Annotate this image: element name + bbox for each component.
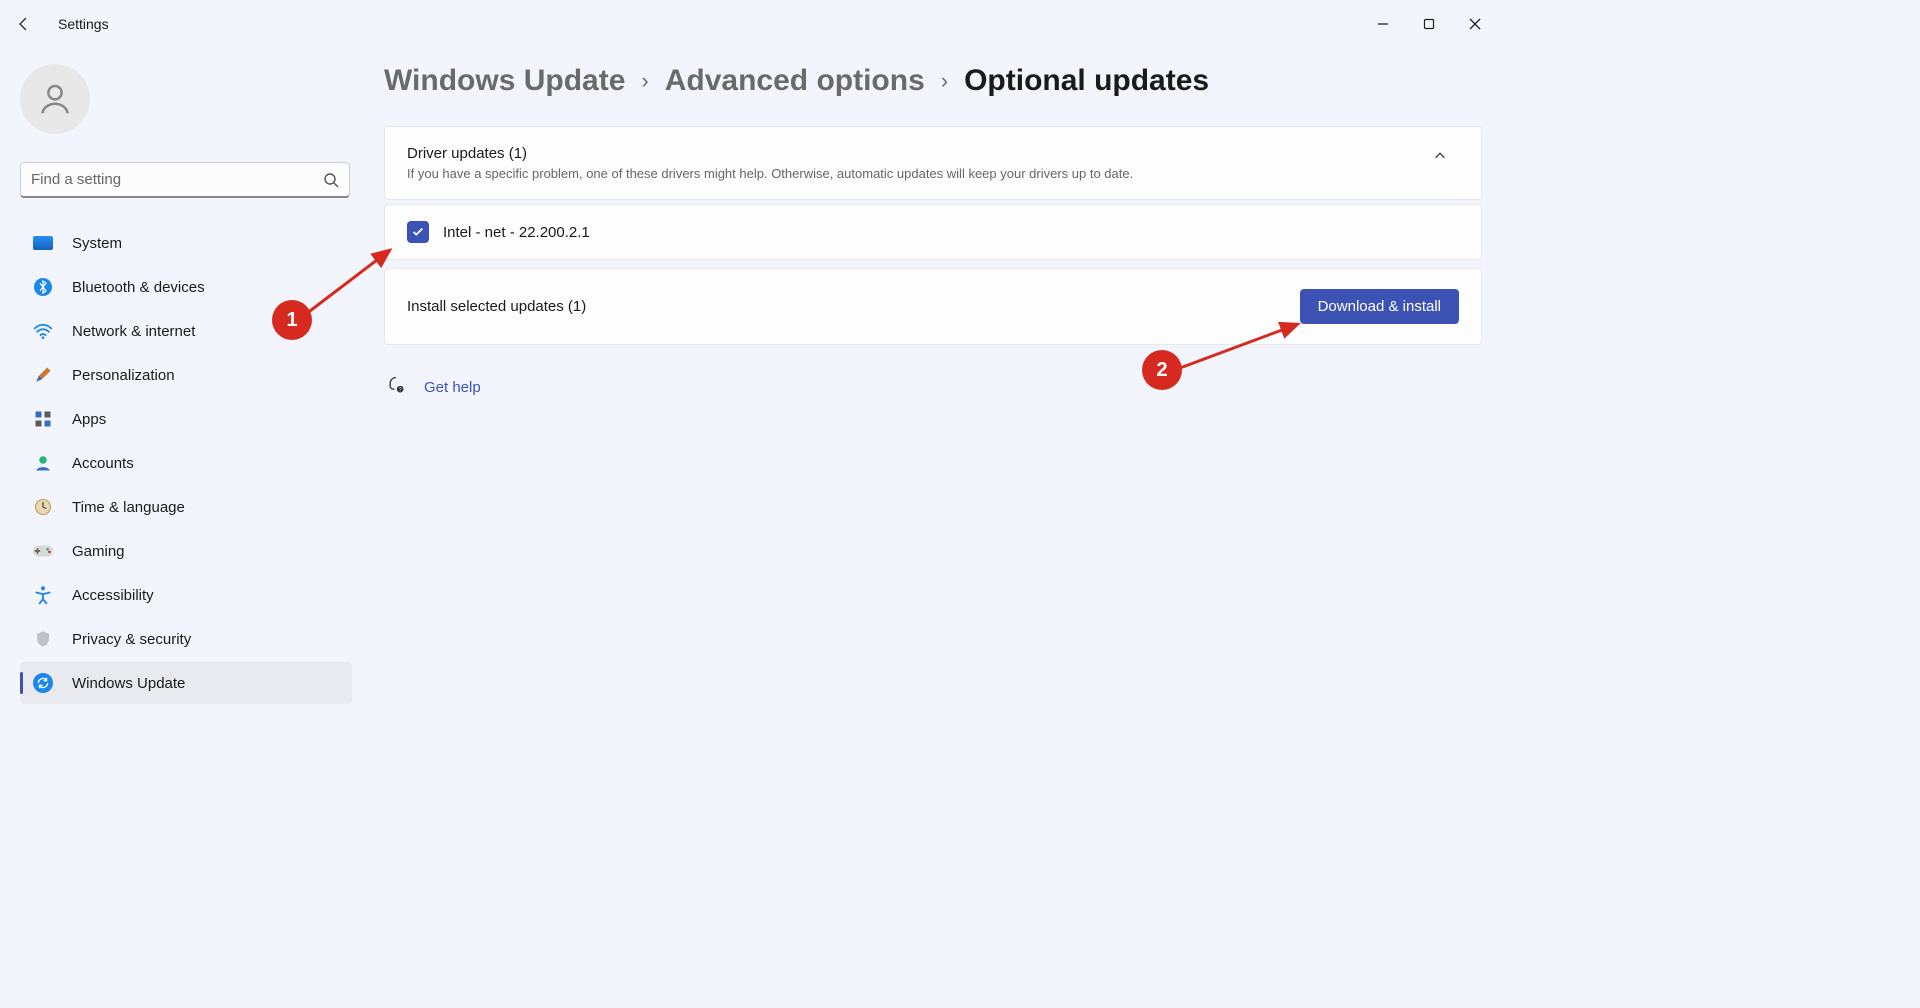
svg-text:?: ? — [399, 388, 402, 394]
help-icon: ? — [386, 375, 406, 400]
driver-update-row[interactable]: Intel - net - 22.200.2.1 — [384, 204, 1482, 260]
chevron-up-icon — [1433, 149, 1447, 163]
app-title: Settings — [58, 16, 109, 32]
nav-label: System — [72, 235, 122, 252]
breadcrumb-advanced-options[interactable]: Advanced options — [665, 64, 925, 98]
annotation-arrow-1 — [302, 244, 402, 318]
maximize-icon — [1423, 18, 1435, 30]
gamepad-icon — [32, 540, 54, 562]
annotation-marker-2: 2 — [1142, 350, 1182, 390]
search-input-container[interactable] — [20, 162, 350, 198]
nav-apps[interactable]: Apps — [20, 398, 352, 440]
nav-personalization[interactable]: Personalization — [20, 354, 352, 396]
bluetooth-icon — [32, 276, 54, 298]
nav-time-language[interactable]: Time & language — [20, 486, 352, 528]
nav-label: Network & internet — [72, 323, 195, 340]
install-selected-row: Install selected updates (1) Download & … — [384, 268, 1482, 345]
driver-name: Intel - net - 22.200.2.1 — [443, 224, 590, 241]
nav-label: Gaming — [72, 543, 125, 560]
close-icon — [1469, 18, 1481, 30]
minimize-button[interactable] — [1360, 8, 1406, 40]
nav-label: Privacy & security — [72, 631, 191, 648]
nav-accessibility[interactable]: Accessibility — [20, 574, 352, 616]
clock-globe-icon — [32, 496, 54, 518]
titlebar: Settings — [0, 0, 1506, 48]
breadcrumb: Windows Update › Advanced options › Opti… — [384, 64, 1482, 98]
accessibility-icon — [32, 584, 54, 606]
nav-label: Windows Update — [72, 675, 185, 692]
download-install-button[interactable]: Download & install — [1300, 289, 1459, 324]
person-icon — [36, 80, 74, 118]
paintbrush-icon — [32, 364, 54, 386]
shield-icon — [32, 628, 54, 650]
driver-updates-title: Driver updates (1) — [407, 145, 1421, 162]
arrow-left-icon — [16, 16, 32, 32]
install-selected-label: Install selected updates (1) — [407, 298, 1300, 315]
wifi-icon — [32, 320, 54, 342]
breadcrumb-current: Optional updates — [964, 64, 1209, 98]
annotation-marker-1: 1 — [272, 300, 312, 340]
update-icon — [32, 672, 54, 694]
apps-icon — [32, 408, 54, 430]
collapse-button[interactable] — [1421, 145, 1459, 172]
chevron-right-icon: › — [941, 68, 948, 94]
monitor-icon — [32, 232, 54, 254]
check-icon — [411, 225, 425, 239]
chevron-right-icon: › — [641, 68, 648, 94]
window-controls — [1360, 8, 1498, 40]
sidebar: System Bluetooth & devices Network & int… — [0, 48, 360, 1008]
driver-updates-header[interactable]: Driver updates (1) If you have a specifi… — [384, 126, 1482, 200]
nav-windows-update[interactable]: Windows Update — [20, 662, 352, 704]
nav-gaming[interactable]: Gaming — [20, 530, 352, 572]
nav-label: Time & language — [72, 499, 185, 516]
driver-updates-subtitle: If you have a specific problem, one of t… — [407, 166, 1421, 181]
breadcrumb-windows-update[interactable]: Windows Update — [384, 64, 625, 98]
minimize-icon — [1377, 18, 1389, 30]
close-button[interactable] — [1452, 8, 1498, 40]
annotation-arrow-2 — [1176, 318, 1306, 372]
nav-accounts[interactable]: Accounts — [20, 442, 352, 484]
search-input[interactable] — [31, 171, 323, 188]
nav-label: Accessibility — [72, 587, 154, 604]
nav-label: Personalization — [72, 367, 175, 384]
driver-checkbox[interactable] — [407, 221, 429, 243]
main-content: Windows Update › Advanced options › Opti… — [360, 48, 1506, 1008]
user-avatar[interactable] — [20, 64, 90, 134]
get-help-link[interactable]: Get help — [424, 379, 481, 396]
back-button[interactable] — [8, 8, 40, 40]
nav-privacy[interactable]: Privacy & security — [20, 618, 352, 660]
nav-label: Accounts — [72, 455, 134, 472]
maximize-button[interactable] — [1406, 8, 1452, 40]
get-help-row: ? Get help — [384, 375, 1482, 400]
search-icon — [323, 172, 339, 188]
nav-label: Apps — [72, 411, 106, 428]
nav-label: Bluetooth & devices — [72, 279, 205, 296]
account-icon — [32, 452, 54, 474]
